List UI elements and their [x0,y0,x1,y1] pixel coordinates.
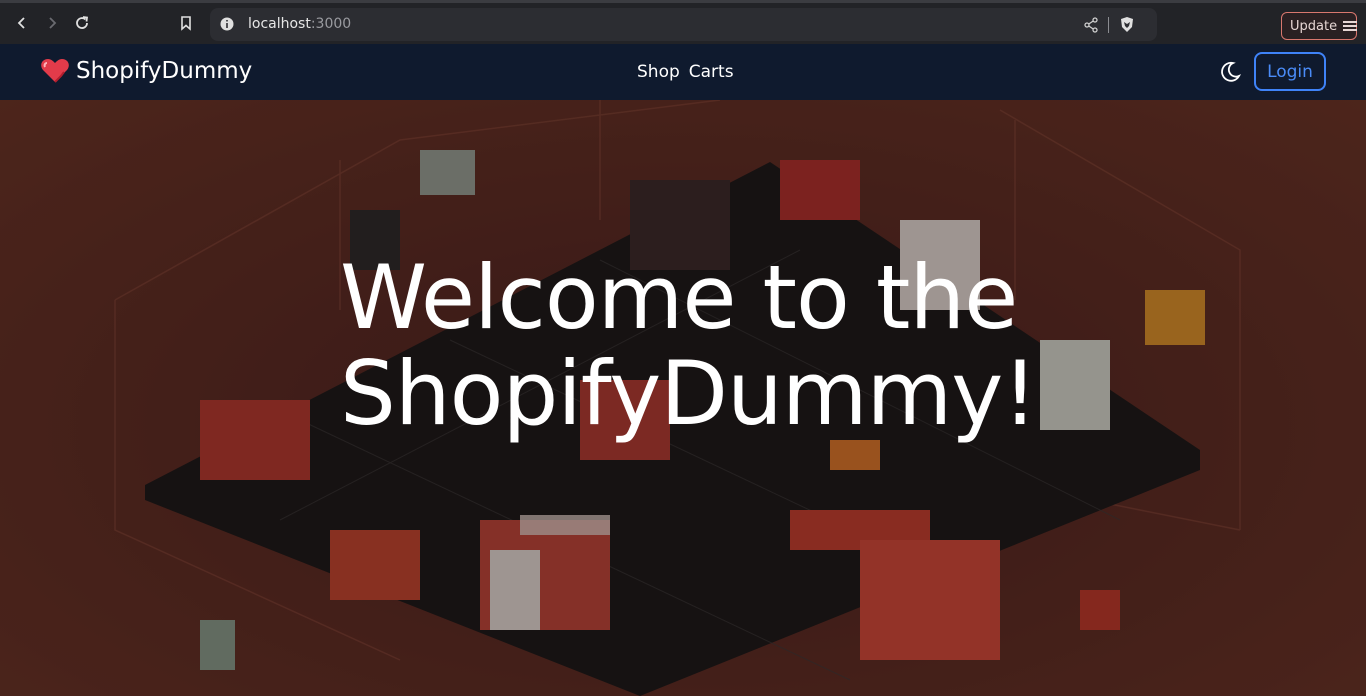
hero-title-line1: Welcome to the [340,246,1018,349]
brand-name: ShopifyDummy [76,58,253,84]
brand-link[interactable]: ShopifyDummy [40,58,252,84]
hero-title: Welcome to the ShopifyDummy! [340,250,1060,442]
moon-icon[interactable] [1218,60,1242,84]
hero-title-line2: ShopifyDummy! [340,342,1038,445]
menu-icon [1343,21,1358,31]
update-label: Update [1290,18,1338,34]
brave-shield-icon[interactable] [1119,16,1135,33]
nav-links: Shop Carts [637,62,734,82]
bookmark-icon[interactable] [174,11,198,35]
share-icon[interactable] [1083,17,1099,33]
login-button[interactable]: Login [1254,52,1326,91]
address-bar[interactable]: localhost:3000 [210,8,1157,41]
url-host: localhost [248,16,311,32]
nav-link-shop[interactable]: Shop [637,62,680,82]
browser-toolbar: localhost:3000 Update [0,0,1366,44]
url-text: localhost:3000 [248,16,351,32]
url-separator [1108,17,1109,33]
url-port: :3000 [310,16,352,32]
nav-link-carts[interactable]: Carts [689,62,734,82]
reload-icon[interactable] [70,11,94,35]
heart-logo-icon [41,59,69,83]
forward-icon[interactable] [40,11,64,35]
update-button[interactable]: Update [1281,12,1358,40]
hero-section: Welcome to the ShopifyDummy! [0,100,1366,696]
app-navbar: ShopifyDummy Shop Carts Login [0,44,1366,100]
site-info-icon[interactable] [220,17,234,31]
back-icon[interactable] [10,11,34,35]
